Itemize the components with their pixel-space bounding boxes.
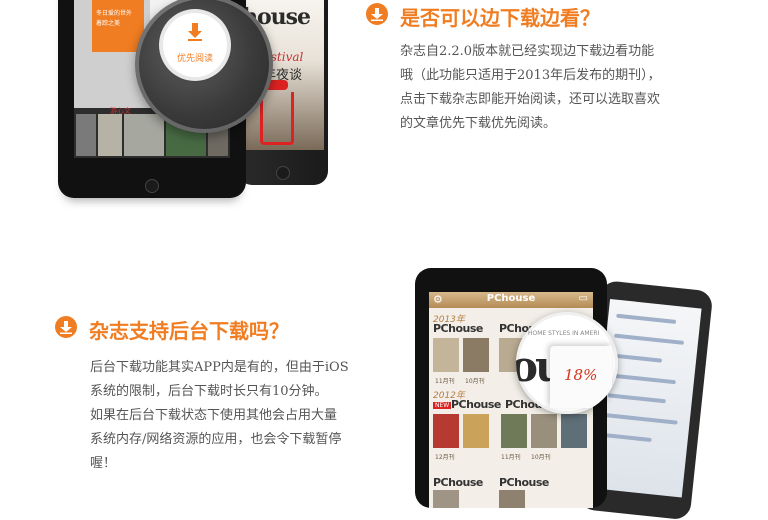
article-card: 冬日爱的世外 着踪之美 (92, 0, 144, 52)
magazine-cover[interactable] (433, 414, 459, 448)
mail-row (607, 393, 666, 404)
section-body: 后台下载功能其实APP内是有的，但由于iOS 系统的限制，后台下载时长只有10分… (90, 356, 349, 476)
section-body: 杂志自2.2.0版本就已经实现边下载边看功能 哦（此功能只适用于2013年后发布… (400, 40, 661, 136)
mail-row (603, 433, 652, 443)
magazine-name: PChouse (433, 476, 483, 489)
magazine-cover[interactable] (463, 414, 489, 448)
home-button (276, 166, 290, 180)
body-line: 系统内存/网络资源的应用，也会令下载暂停 (90, 432, 342, 447)
mail-row (616, 313, 677, 324)
thumbnail-title: 游心文 (110, 107, 131, 115)
home-button (145, 179, 159, 193)
download-icon (55, 316, 77, 338)
body-line: 哦（此功能只适用于2013年后发布的期刊）， (400, 68, 661, 83)
magazine-name: PChouse (451, 398, 501, 411)
body-line: 的文章优先下载优先阅读。 (400, 116, 557, 131)
app-title: PChouse (486, 293, 536, 304)
cover-issue-label: 12月刊 (435, 454, 455, 461)
magnifier-lens: 优先阅读 (135, 0, 273, 133)
magazine-name: PChouse (433, 322, 483, 335)
mail-row (609, 373, 676, 385)
chair-photo (260, 80, 294, 145)
magazine-cover[interactable] (531, 414, 557, 448)
body-line: 如果在后台下载状态下使用其他会占用大量 (90, 408, 338, 423)
download-progress-card: 18% (550, 346, 612, 408)
body-line: 点击下载杂志即能开始阅读，还可以选取喜欢 (400, 92, 661, 107)
priority-read-button[interactable]: 优先阅读 (163, 13, 227, 77)
cover-issue-label: 11月刊 (501, 454, 521, 461)
new-badge: NEW (433, 402, 452, 409)
page-thumbnail[interactable] (124, 114, 164, 156)
mail-row (611, 353, 663, 363)
magazine-cover[interactable] (463, 338, 489, 372)
mail-row (614, 333, 685, 345)
magazine-cover[interactable] (501, 414, 527, 448)
magazine-cover[interactable] (433, 490, 459, 508)
body-line: 杂志自2.2.0版本就已经实现边下载边看功能 (400, 44, 655, 59)
magazine-cover[interactable] (433, 338, 459, 372)
body-line: 喔！ (90, 456, 117, 471)
magazine-cover[interactable] (499, 490, 525, 508)
progress-magnifier: HOME STYLES IN AMERI ouse 18% (516, 312, 618, 414)
folder-icon[interactable]: ▭ (579, 293, 588, 304)
article-card-line: 着踪之美 (96, 20, 121, 27)
cover-issue-label: 11月刊 (435, 378, 455, 385)
section-title: 是否可以边下载边看？ (400, 6, 600, 30)
mail-row (605, 413, 678, 425)
body-line: 后台下载功能其实APP内是有的，但由于iOS (90, 360, 349, 375)
download-arrow-icon (188, 23, 202, 41)
download-icon (366, 3, 388, 25)
priority-read-label: 优先阅读 (176, 54, 213, 64)
download-progress-text: 18% (564, 366, 598, 384)
cover-issue-label: 10月刊 (531, 454, 551, 461)
magazine-cover[interactable] (561, 414, 587, 448)
cover-issue-label: 10月刊 (465, 378, 485, 385)
cover-tagline: HOME STYLES IN AMERI (528, 330, 600, 337)
body-line: 系统的限制，后台下载时长只有10分钟。 (90, 384, 328, 399)
app-header: ⚙ PChouse ▭ (429, 292, 593, 308)
magazine-name: PChouse (499, 476, 549, 489)
page-thumbnail[interactable] (98, 114, 122, 156)
article-card-line: 冬日爱的世外 (96, 10, 133, 17)
page-thumbnail[interactable] (76, 114, 96, 156)
section-title: 杂志支持后台下载吗？ (89, 319, 289, 343)
